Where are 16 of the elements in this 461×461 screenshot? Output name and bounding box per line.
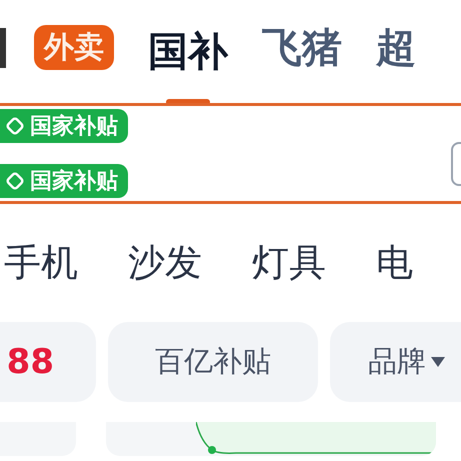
filter-chip[interactable]: 品牌 [330, 322, 461, 402]
category-item[interactable]: 沙发 [128, 238, 202, 288]
tag-icon [6, 172, 24, 190]
tab[interactable]: 超 [376, 20, 416, 75]
category-item[interactable]: 手机 [4, 238, 78, 288]
tab[interactable]: 国补 [148, 24, 228, 103]
subsidy-badge: 国家补贴 [0, 164, 128, 198]
tab[interactable]: 飞猪 [262, 20, 342, 75]
filter-chip[interactable]: 88 [0, 322, 96, 402]
tag-icon [6, 117, 24, 135]
category-item[interactable]: 电 [376, 238, 413, 288]
category-item[interactable]: 灯具 [252, 238, 326, 288]
subsidy-badge: 国家补贴 [0, 109, 128, 143]
cut-tab-edge [0, 28, 6, 68]
filter-chip[interactable]: 百亿补贴 [108, 322, 318, 402]
caret-icon [430, 356, 446, 368]
